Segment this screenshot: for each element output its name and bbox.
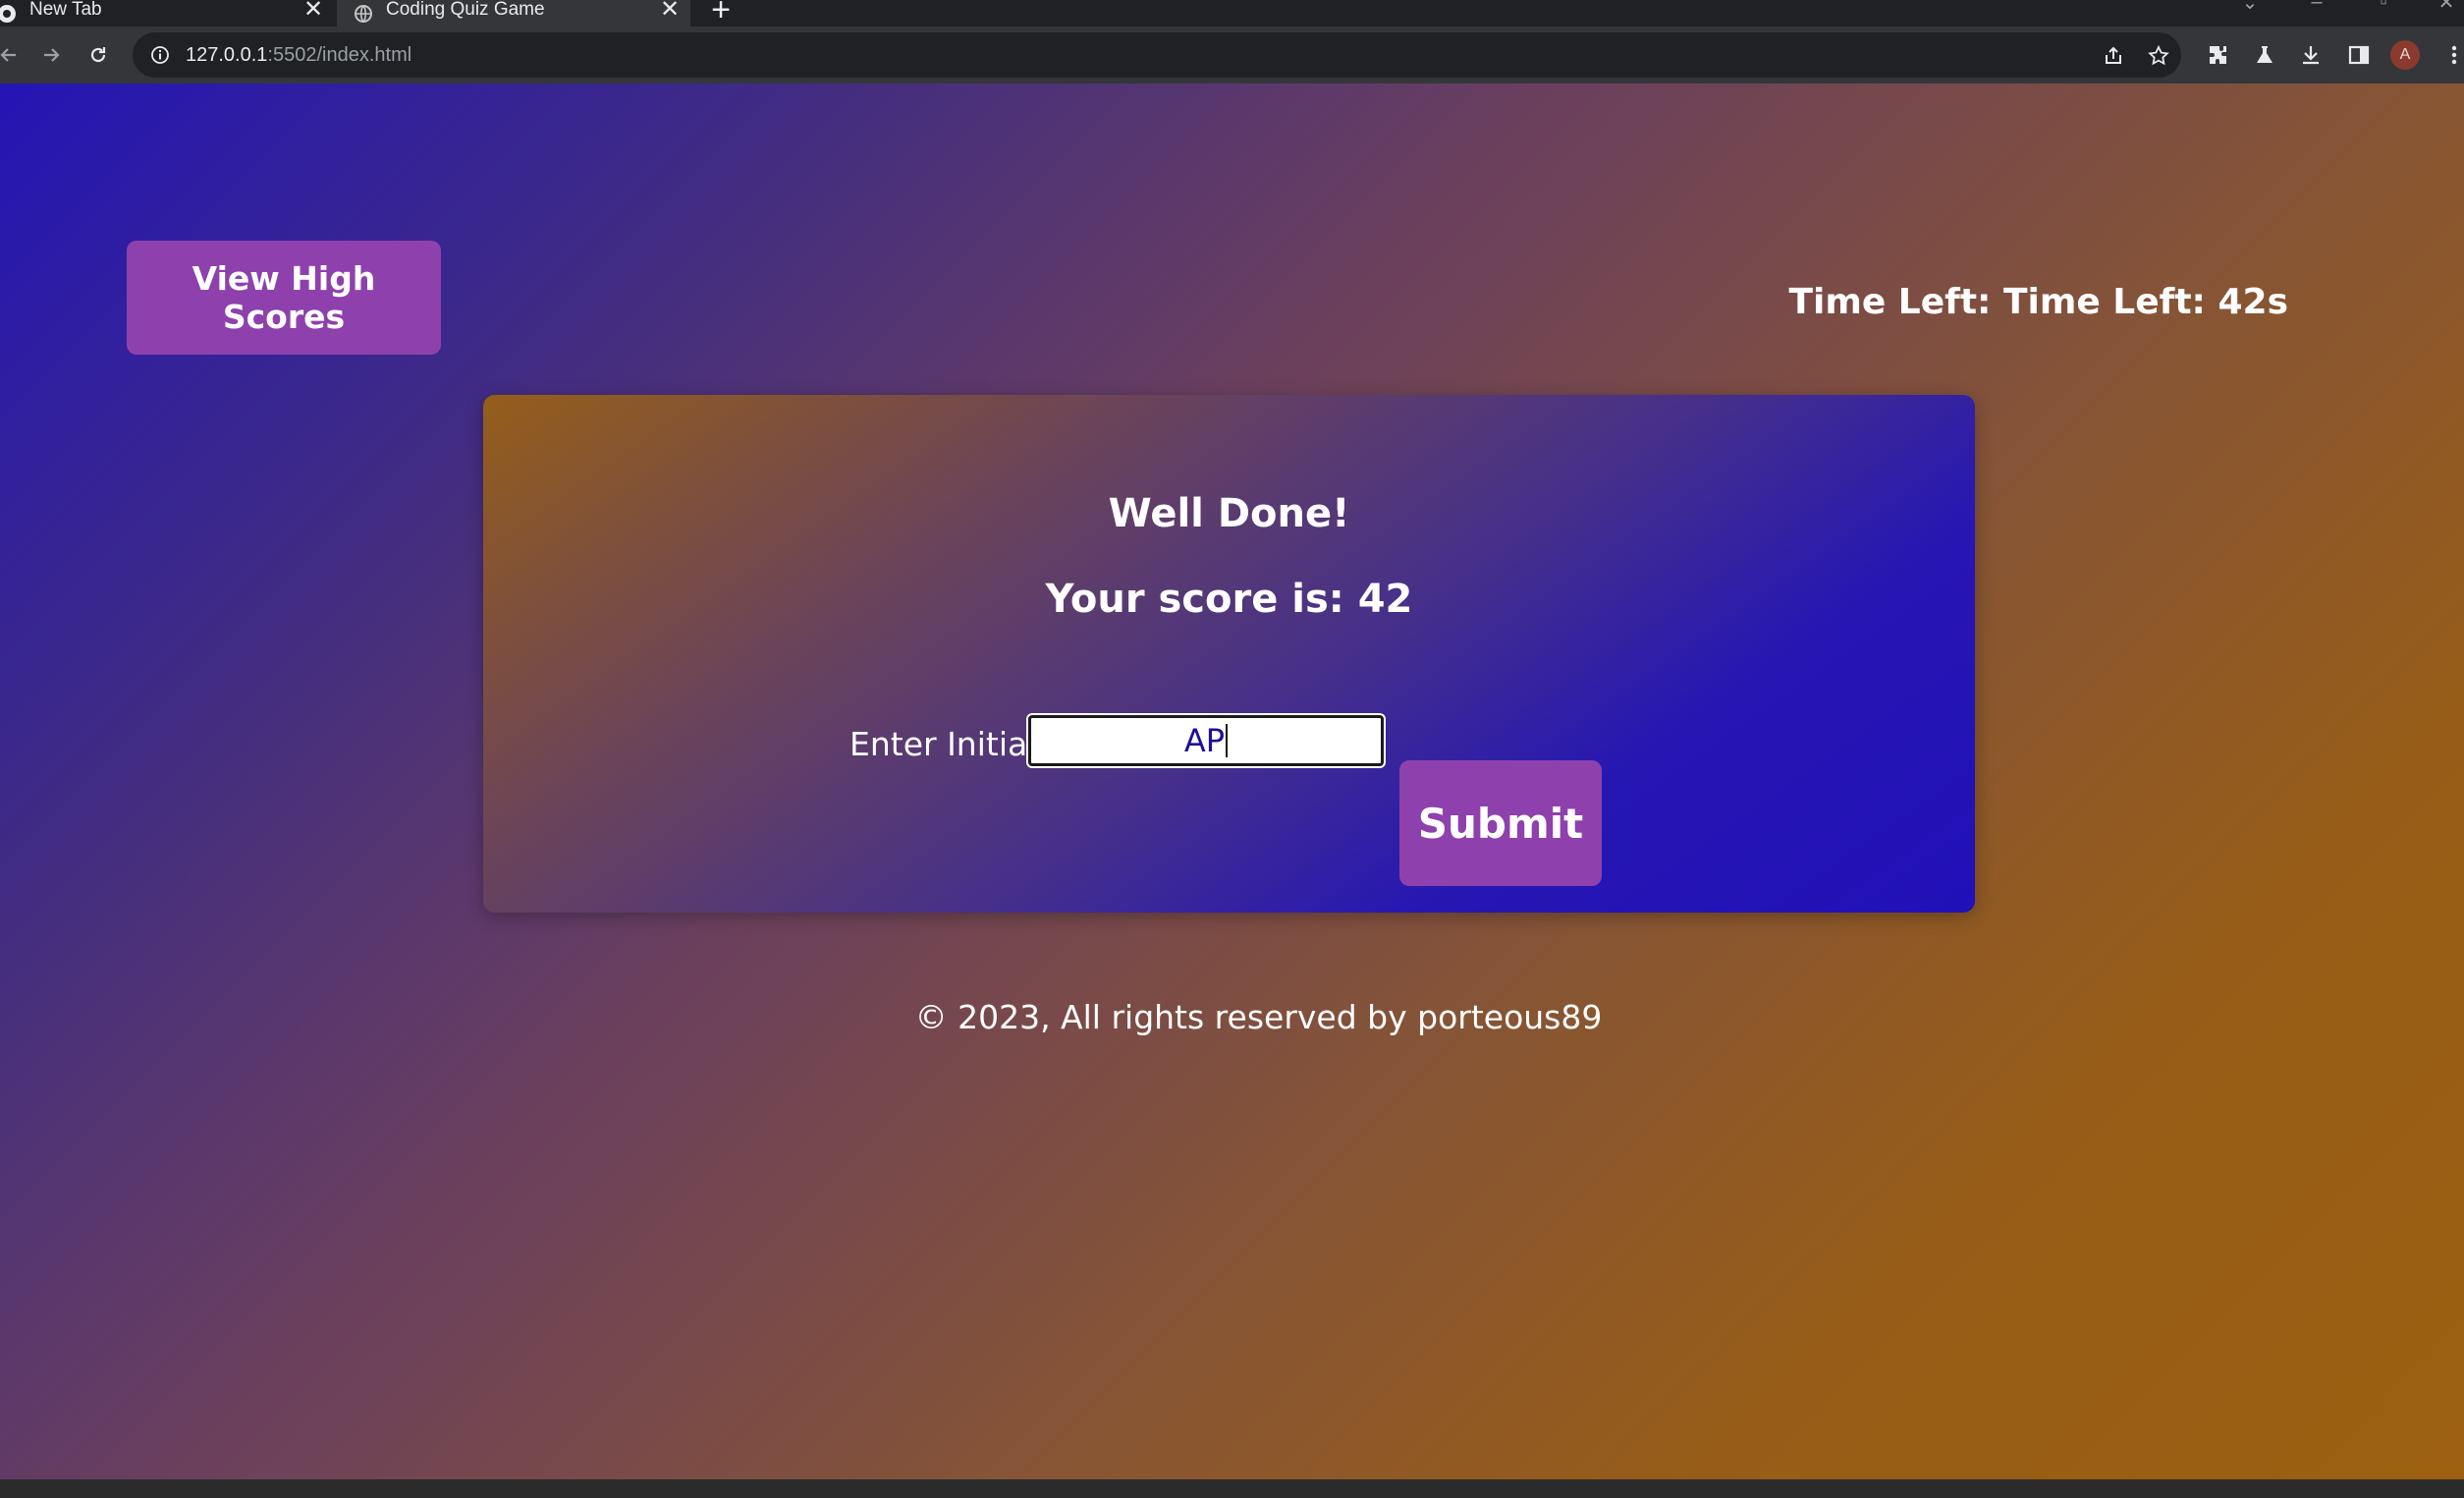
menu-kebab-icon[interactable] <box>2438 39 2464 71</box>
tab-search-icon[interactable]: ⌄ <box>2235 0 2265 14</box>
maximize-icon[interactable]: ▫ <box>2369 0 2398 14</box>
initials-input[interactable]: AP <box>1026 713 1386 768</box>
quiz-result-card: Well Done! Your score is: 42 Enter Initi… <box>483 395 1975 913</box>
tab-strip: New Tab ✕ Coding Quiz Game ✕ + ⌄ – ▫ ✕ <box>0 0 2464 27</box>
text-caret <box>1226 724 1229 757</box>
labs-flask-icon[interactable] <box>2249 39 2280 71</box>
score-text: Your score is: 42 <box>1045 577 1413 622</box>
back-arrow-icon[interactable] <box>0 38 26 72</box>
time-left-display: Time Left: Time Left: 42s <box>1788 282 2288 322</box>
url-text: 127.0.0.1:5502/index.html <box>186 44 411 67</box>
browser-toolbar: 127.0.0.1:5502/index.html A <box>0 27 2464 83</box>
tab-new-tab[interactable]: New Tab ✕ <box>0 0 334 27</box>
reload-icon[interactable] <box>82 38 115 72</box>
chrome-icon <box>0 3 18 25</box>
close-icon[interactable]: ✕ <box>657 0 683 23</box>
tab-title: Coding Quiz Game <box>386 0 545 20</box>
extensions-puzzle-icon[interactable] <box>2203 39 2234 71</box>
page-viewport: View High Scores Time Left: Time Left: 4… <box>0 83 2464 1479</box>
footer: © 2023, All rights reserved by porteous8… <box>0 998 2464 1036</box>
window-close-icon[interactable]: ✕ <box>2432 0 2461 14</box>
tab-title: New Tab <box>29 0 102 20</box>
url-host: 127.0.0.1 <box>186 43 268 66</box>
submit-button[interactable]: Submit <box>1399 760 1602 886</box>
profile-avatar[interactable]: A <box>2390 40 2420 70</box>
side-panel-icon[interactable] <box>2343 39 2375 71</box>
copyright-text: © 2023, All rights reserved by porteous8… <box>914 998 1603 1036</box>
address-bar[interactable]: 127.0.0.1:5502/index.html <box>133 32 2181 78</box>
share-icon[interactable] <box>2099 41 2128 71</box>
url-path: :5502/index.html <box>267 43 412 66</box>
tab-coding-quiz-game[interactable]: Coding Quiz Game ✕ <box>337 0 690 27</box>
view-high-scores-button[interactable]: View High Scores <box>127 241 441 355</box>
result-heading: Well Done! <box>1108 491 1350 536</box>
new-tab-button[interactable]: + <box>705 0 737 27</box>
download-icon[interactable] <box>2295 39 2327 71</box>
close-icon[interactable]: ✕ <box>301 0 326 23</box>
minimize-icon[interactable]: – <box>2302 0 2331 14</box>
globe-icon <box>353 3 374 25</box>
info-icon[interactable] <box>148 43 172 67</box>
bookmark-star-icon[interactable] <box>2144 41 2173 71</box>
os-taskbar <box>0 1479 2464 1498</box>
initials-value: AP <box>1183 722 1226 759</box>
forward-arrow-icon[interactable] <box>34 38 68 72</box>
